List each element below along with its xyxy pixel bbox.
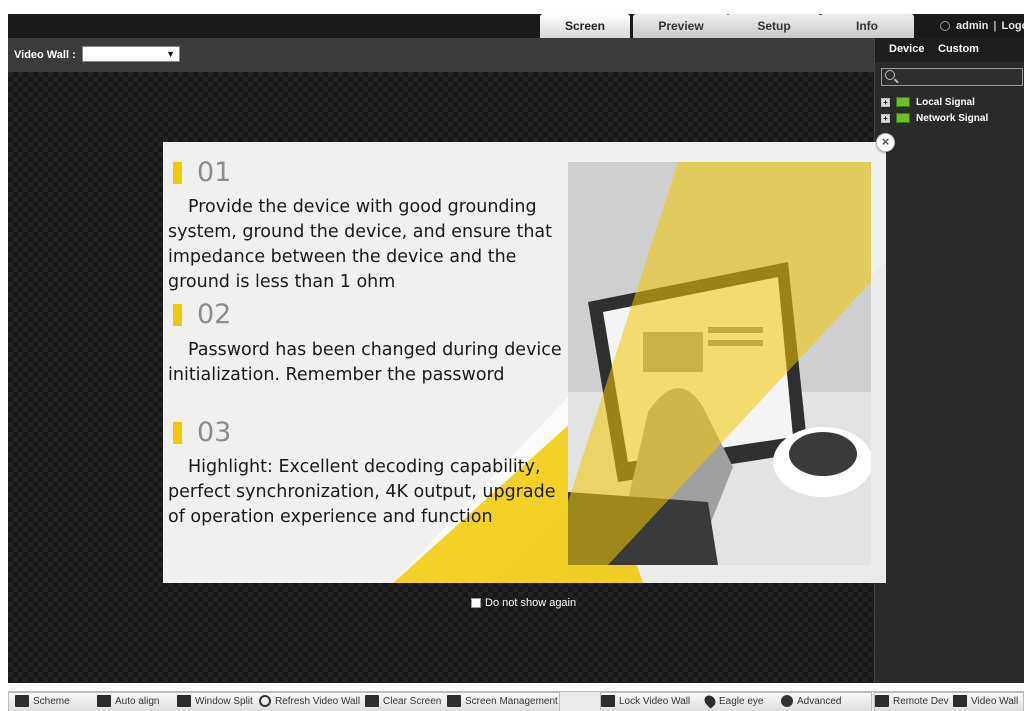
window-split-label: Window Split	[195, 696, 253, 707]
dont-show-again-checkbox[interactable]	[471, 598, 481, 609]
tree-item-local-signal[interactable]: + Local Signal	[881, 97, 975, 111]
eagle-eye-button[interactable]: Eagle eye	[702, 693, 764, 711]
tree-item-network-signal[interactable]: + Network Signal	[881, 113, 988, 127]
toolbar-group-main: Scheme Auto align Window Split Refresh V…	[8, 692, 560, 711]
step-number: 01	[197, 157, 232, 188]
video-wall-button[interactable]: Video Wall	[953, 693, 1018, 711]
screen-management-label: Screen Management	[465, 696, 558, 707]
expand-icon[interactable]: +	[881, 97, 890, 107]
user-icon	[940, 21, 950, 32]
step-number: 02	[197, 299, 232, 330]
monitor-signal-icon	[896, 97, 910, 108]
lock-video-wall-label: Lock Video Wall	[619, 696, 691, 707]
device-panel: Device Custom + Local Signal + Network Sig…	[874, 38, 1024, 683]
step-marker	[173, 422, 182, 444]
bottom-toolbar: Scheme Auto align Window Split Refresh V…	[8, 691, 1024, 711]
tips-dialog: 01 Provide the device with good groundin…	[163, 142, 886, 583]
user-area: admin | Logout	[940, 14, 1024, 38]
refresh-icon	[259, 695, 271, 708]
tab-setup-label: Setup	[757, 19, 791, 33]
remote-dev-button[interactable]: Remote Dev	[875, 693, 949, 711]
tab-info[interactable]: Info	[820, 14, 914, 38]
username: admin	[956, 20, 989, 32]
search-icon	[885, 70, 895, 80]
tablet-photo	[568, 162, 871, 565]
refresh-video-wall-button[interactable]: Refresh Video Wall	[259, 693, 360, 711]
scheme-icon	[15, 695, 29, 708]
toolbar-group-wall: Lock Video Wall Eagle eye Advanced	[600, 692, 872, 711]
remote-device-icon	[875, 695, 889, 708]
expand-icon[interactable]: +	[881, 113, 890, 123]
tab-screen-label: Screen	[564, 19, 606, 33]
scheme-label: Scheme	[33, 696, 70, 707]
auto-align-button[interactable]: Auto align	[97, 693, 159, 711]
step-2-text: Password has been changed during device …	[168, 340, 562, 385]
step-3-text: Highlight: Excellent decoding capability…	[168, 457, 556, 527]
tablet-coffee-illustration	[568, 162, 871, 565]
tree-item-label: Local Signal	[916, 97, 975, 108]
window-split-icon	[177, 695, 191, 708]
refresh-video-wall-label: Refresh Video Wall	[275, 696, 361, 707]
tab-info-label: Info	[856, 19, 878, 33]
auto-align-icon	[97, 695, 111, 708]
device-search-input[interactable]	[881, 68, 1023, 86]
close-dialog-button[interactable]: ×	[876, 133, 895, 152]
remote-dev-label: Remote Dev	[893, 696, 949, 707]
advanced-button[interactable]: Advanced	[781, 693, 841, 711]
network-signal-icon	[896, 113, 910, 124]
clear-screen-icon	[365, 695, 379, 708]
toolbar-group-panel: Remote Dev Video Wall	[874, 692, 1024, 711]
logout-link[interactable]: Logout	[1001, 20, 1024, 32]
tab-custom[interactable]: Custom	[938, 43, 979, 55]
chevron-down-icon: ▼	[166, 49, 175, 59]
tab-setup[interactable]: Setup	[727, 14, 821, 38]
user-separator: |	[993, 20, 997, 32]
video-wall-icon	[953, 695, 967, 708]
clear-screen-label: Clear Screen	[383, 696, 442, 707]
tab-device[interactable]: Device	[889, 43, 924, 55]
video-wall-select[interactable]: ▼	[82, 46, 180, 62]
screen-management-button[interactable]: Screen Management	[447, 693, 558, 711]
location-pin-icon	[702, 693, 718, 710]
tab-screen[interactable]: Screen	[540, 14, 630, 38]
dont-show-again-label: Do not show again	[485, 597, 577, 609]
step-1-text: Provide the device with good grounding s…	[168, 197, 552, 292]
video-wall-bar: Video Wall : ▼	[8, 38, 874, 72]
video-wall-label: Video Wall :	[14, 49, 76, 61]
lock-video-wall-button[interactable]: Lock Video Wall	[601, 693, 690, 711]
clear-screen-button[interactable]: Clear Screen	[365, 693, 441, 711]
gear-icon	[781, 695, 793, 708]
window-split-button[interactable]: Window Split	[177, 693, 253, 711]
step-number: 03	[197, 417, 232, 448]
eagle-eye-label: Eagle eye	[719, 696, 764, 707]
device-panel-tabs: Device Custom	[875, 38, 1024, 62]
step-marker	[173, 162, 182, 184]
lock-wall-icon	[601, 695, 615, 708]
app-window: Screen Preview Setup Info admin | Logout V…	[0, 0, 1024, 711]
tab-preview-label: Preview	[658, 19, 704, 33]
auto-align-label: Auto align	[115, 696, 160, 707]
advanced-label: Advanced	[797, 696, 842, 707]
monitor-icon	[447, 695, 461, 708]
tab-preview[interactable]: Preview	[633, 14, 729, 38]
top-nav-bar: Screen Preview Setup Info admin | Logout	[8, 14, 1024, 38]
dont-show-again-option[interactable]: Do not show again	[471, 597, 576, 609]
step-marker	[173, 304, 182, 326]
video-wall-label: Video Wall	[971, 696, 1019, 707]
scheme-button[interactable]: Scheme	[15, 693, 70, 711]
tree-item-label: Network Signal	[916, 113, 989, 124]
